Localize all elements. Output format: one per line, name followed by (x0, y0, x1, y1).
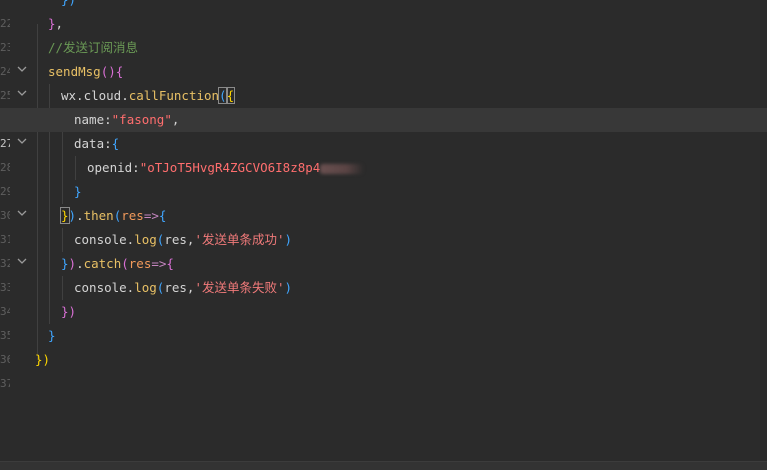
closing-brace: } (48, 16, 56, 31)
code-line[interactable]: 30 } (0, 180, 767, 222)
code-line-current[interactable]: 27 name:"fasong", (0, 108, 767, 150)
code-line[interactable]: 28 data:{ (0, 132, 767, 174)
catch-method: catch (83, 256, 122, 271)
chevron-down-icon[interactable] (17, 64, 27, 74)
line-number: 37 (0, 377, 10, 390)
code-line[interactable]: 23 }, (0, 12, 767, 54)
code-line[interactable]: 24 //发送订阅消息 (0, 36, 767, 78)
code-line[interactable]: 29 openid:"oTJoT5HvgR4ZGCVO6I8z8p4 (0, 156, 767, 198)
code-line[interactable]: 26 wx.cloud.callFunction({ (0, 84, 767, 126)
chevron-down-icon[interactable] (17, 136, 27, 146)
code-comment: //发送订阅消息 (48, 40, 139, 55)
code-line[interactable]: 36 } (0, 324, 767, 366)
code-line[interactable]: 31 }).then(res=>{ (0, 204, 767, 246)
code-line[interactable]: 22 }) (0, 0, 767, 30)
chevron-down-icon[interactable] (17, 88, 27, 98)
function-name: sendMsg (48, 64, 101, 79)
code-line[interactable]: 34 console.log(res,'发送单条失败') (0, 276, 767, 318)
horizontal-scrollbar[interactable] (0, 461, 767, 470)
code-editor[interactable]: 22 }) 23 }, 24 //发送订阅消息 25 sendMsg(){ 26… (0, 0, 767, 470)
code-line[interactable]: 32 console.log(res,'发送单条成功') (0, 228, 767, 270)
string-literal: "fasong" (111, 112, 172, 127)
code-line[interactable]: 35 }) (0, 300, 767, 342)
success-message: '发送单条成功' (194, 232, 285, 247)
code-line[interactable]: 25 sendMsg(){ (0, 60, 767, 102)
openid-string: "oTJoT5HvgR4ZGCVO6I8z8p4 (139, 160, 321, 175)
chevron-down-icon[interactable] (17, 256, 27, 266)
call-function-name: callFunction (128, 88, 220, 103)
fail-message: '发送单条失败' (194, 280, 285, 295)
chevron-down-icon[interactable] (17, 208, 27, 218)
redacted-blur (320, 163, 365, 174)
closing-paren: }) (61, 0, 76, 7)
code-line[interactable]: 33 }).catch(res=>{ (0, 252, 767, 294)
then-method: then (83, 208, 114, 223)
code-line[interactable]: 37 }) (0, 348, 767, 390)
